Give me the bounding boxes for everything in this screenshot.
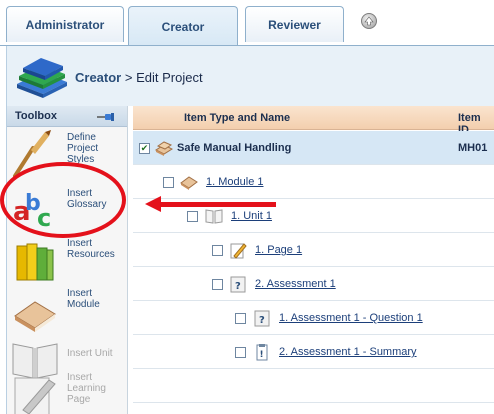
row-name[interactable]: 1. Assessment 1 - Question 1 — [279, 312, 423, 324]
up-arrow-circle-icon[interactable] — [361, 13, 377, 29]
tool-label: Insert Learning Page — [67, 372, 106, 405]
svg-text:?: ? — [259, 315, 265, 326]
question-page-icon: ? — [229, 275, 247, 293]
tab-bar: Administrator Creator Reviewer — [0, 0, 494, 46]
tree-row-question[interactable]: ? 1. Assessment 1 - Question 1 — [133, 301, 494, 335]
annotation-arrow-head-icon — [145, 196, 161, 212]
question-page-icon: ? — [253, 309, 271, 327]
pencil-page-icon — [11, 370, 59, 414]
toolbox-panel: Toolbox Define Project Styles a b c Inse… — [6, 106, 128, 414]
tool-label: Insert Unit — [67, 348, 113, 359]
row-checkbox[interactable] — [212, 279, 223, 290]
row-checkbox[interactable] — [163, 177, 174, 188]
row-checkbox[interactable] — [187, 211, 198, 222]
toolbox-header: Toolbox — [7, 106, 127, 127]
tool-insert-resources[interactable]: Insert Resources — [7, 234, 127, 289]
books-stack-icon — [13, 54, 71, 100]
row-name[interactable]: 1. Page 1 — [255, 244, 302, 256]
row-checkbox[interactable] — [235, 313, 246, 324]
tool-label: Insert Resources — [67, 238, 115, 260]
annotation-arrow-line — [158, 202, 276, 207]
row-name[interactable]: 1. Unit 1 — [231, 210, 272, 222]
summary-page-icon: ! — [253, 343, 271, 361]
tree-row-project[interactable]: ✔ Safe Manual Handling MH01 — [133, 131, 494, 165]
row-item-id: MH01 — [458, 142, 488, 154]
annotation-circle — [0, 162, 126, 238]
row-checkbox[interactable]: ✔ — [139, 143, 150, 154]
row-name[interactable]: Safe Manual Handling — [177, 142, 291, 154]
tree-row-page[interactable]: 1. Page 1 — [133, 233, 494, 267]
page-header: Creator > Edit Project — [6, 46, 494, 106]
svg-text:!: ! — [260, 350, 264, 360]
breadcrumb-section[interactable]: Creator — [75, 70, 121, 85]
tool-insert-module[interactable]: Insert Module — [7, 284, 127, 339]
tab-administrator[interactable]: Administrator — [6, 6, 124, 42]
breadcrumb-separator: > — [124, 70, 133, 85]
svg-text:?: ? — [235, 281, 241, 292]
book-closed-icon — [180, 173, 198, 191]
toolbox-title: Toolbox — [15, 110, 57, 122]
tab-reviewer[interactable]: Reviewer — [245, 6, 344, 42]
tool-insert-learning-page: Insert Learning Page — [7, 368, 127, 414]
breadcrumb-page: Edit Project — [136, 70, 203, 85]
tool-label: Insert Module — [67, 288, 100, 310]
tree-row-module[interactable]: 1. Module 1 — [133, 165, 494, 199]
grid-header: Item Type and Name Item ID — [133, 106, 494, 136]
tree-row-summary[interactable]: ! 2. Assessment 1 - Summary — [133, 335, 494, 369]
column-item-type-and-name[interactable]: Item Type and Name — [184, 112, 290, 124]
book-open-icon — [205, 207, 223, 225]
row-checkbox[interactable] — [235, 347, 246, 358]
row-name[interactable]: 2. Assessment 1 - Summary — [279, 346, 417, 358]
row-checkbox[interactable] — [212, 245, 223, 256]
pin-icon[interactable] — [97, 112, 115, 121]
empty-row — [133, 369, 494, 403]
folders-icon — [11, 236, 59, 284]
tool-label: Define Project Styles — [67, 132, 99, 165]
tree-row-assessment[interactable]: ? 2. Assessment 1 — [133, 267, 494, 301]
project-tree-grid: Item Type and Name Item ID ✔ Safe Manual… — [133, 106, 494, 414]
books-stack-icon — [154, 139, 174, 157]
pencil-page-icon — [229, 241, 247, 259]
breadcrumb: Creator > Edit Project — [75, 70, 203, 85]
tab-creator[interactable]: Creator — [128, 6, 238, 46]
row-name[interactable]: 1. Module 1 — [206, 176, 263, 188]
book-closed-icon — [11, 286, 59, 334]
row-name[interactable]: 2. Assessment 1 — [255, 278, 336, 290]
